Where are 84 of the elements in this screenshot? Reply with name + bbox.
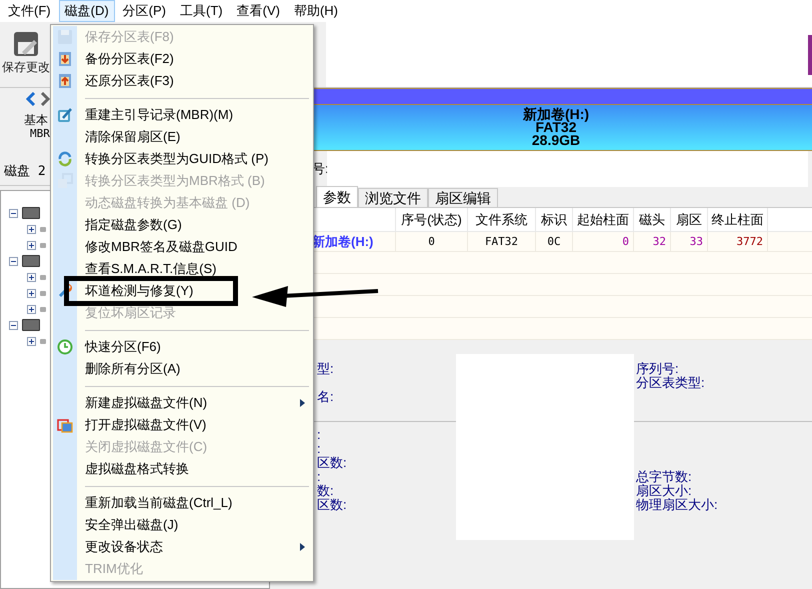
info-label: : xyxy=(316,442,322,456)
disk-label: 磁盘 2 xyxy=(4,163,46,181)
table-cell: 0C xyxy=(536,232,573,251)
partition-filesystem: FAT32 xyxy=(536,121,576,134)
info-label: 数: xyxy=(316,484,335,498)
partition-name: 新加卷(H:) xyxy=(522,108,590,121)
collapse-icon[interactable] xyxy=(9,320,18,330)
partition-icon xyxy=(40,274,46,280)
menu-item[interactable]: 查看S.M.A.R.T.信息(S) xyxy=(77,258,216,280)
tab[interactable]: 参数 xyxy=(316,186,358,207)
menu-bar-item[interactable]: 帮助(H) xyxy=(288,0,344,22)
expand-icon[interactable] xyxy=(27,272,36,282)
menu-item[interactable]: 转换分区表类型为GUID格式 (P) xyxy=(77,148,268,170)
info-label: 区数: xyxy=(316,456,348,470)
info-label: 扇区大小: xyxy=(635,484,693,498)
info-label: : xyxy=(316,428,322,442)
menu-item[interactable]: 重新加载当前磁盘(Ctrl_L) xyxy=(77,492,232,514)
info-label: 物理扇区大小: xyxy=(635,498,719,512)
clock-icon xyxy=(57,339,73,355)
save-icon xyxy=(12,30,40,58)
menu-item[interactable]: 虚拟磁盘格式转换 xyxy=(77,458,189,480)
menu-item[interactable]: 修改MBR签名及磁盘GUID xyxy=(77,236,238,258)
info-label: 区数: xyxy=(316,498,348,512)
disk-scheme-label: MBR xyxy=(29,128,50,140)
info-label: 总字节数: xyxy=(635,470,693,484)
expand-icon[interactable] xyxy=(27,240,36,250)
menu-item[interactable]: 备份分区表(F2) xyxy=(77,48,174,70)
pencil-icon xyxy=(57,107,73,123)
menu-bar-item[interactable]: 分区(P) xyxy=(116,0,172,22)
menu-item[interactable]: 重建主引导记录(MBR)(M) xyxy=(77,104,234,126)
upload-icon xyxy=(57,73,73,89)
partition-icon xyxy=(40,306,46,312)
info-label: 型: xyxy=(316,362,335,376)
menu-item[interactable]: 打开虚拟磁盘文件(V) xyxy=(77,414,206,436)
table-cell: FAT32 xyxy=(468,232,536,251)
expand-icon[interactable] xyxy=(27,336,36,346)
wrench-icon xyxy=(57,283,73,299)
info-label: 分区表类型: xyxy=(635,376,706,390)
menu-bar-item[interactable]: 文件(F) xyxy=(2,0,57,22)
column-header[interactable]: 终止柱面 xyxy=(708,208,768,231)
column-header[interactable]: 序号(状态) xyxy=(396,208,468,231)
collapse-icon[interactable] xyxy=(9,256,18,266)
collapse-icon[interactable] xyxy=(9,208,18,218)
menu-item[interactable]: 删除所有分区(A) xyxy=(77,358,180,380)
table-cell: 33 xyxy=(671,232,708,251)
partition-icon xyxy=(40,290,46,296)
expand-icon[interactable] xyxy=(27,288,36,298)
partition-icon xyxy=(40,242,46,248)
menu-item[interactable]: 安全弹出磁盘(J) xyxy=(77,514,178,536)
partition-size: 28.9GB xyxy=(532,134,580,147)
column-header[interactable]: 文件系统 xyxy=(468,208,536,231)
menu-item[interactable]: 更改设备状态 xyxy=(77,536,163,558)
menu-item[interactable]: 新建虚拟磁盘文件(N) xyxy=(77,392,208,414)
column-header[interactable]: 扇区 xyxy=(671,208,708,231)
info-label: 名: xyxy=(316,390,335,404)
tab[interactable]: 浏览文件 xyxy=(358,188,428,207)
save-button[interactable]: 保存更改 xyxy=(2,30,50,76)
table-cell: 32 xyxy=(634,232,671,251)
menu-item[interactable]: 清除保留扇区(E) xyxy=(77,126,180,148)
column-header[interactable]: 标识 xyxy=(536,208,573,231)
table-cell: 3772 xyxy=(708,232,768,251)
menu-item[interactable]: 坏道检测与修复(Y) xyxy=(77,280,194,302)
table-cell: 0 xyxy=(573,232,634,251)
column-header[interactable]: 起始柱面 xyxy=(573,208,634,231)
info-label: 序列号: xyxy=(635,362,680,376)
info-label: : xyxy=(316,470,322,484)
expand-icon[interactable] xyxy=(27,224,36,234)
table-cell: 0 xyxy=(396,232,468,251)
menu-bar-item[interactable]: 工具(T) xyxy=(174,0,229,22)
menu-item[interactable]: 指定磁盘参数(G) xyxy=(77,214,182,236)
partition-icon xyxy=(40,226,46,232)
menu-item[interactable]: 还原分区表(F3) xyxy=(77,70,174,92)
windows-icon xyxy=(57,417,73,433)
expand-icon[interactable] xyxy=(27,304,36,314)
menu-item[interactable]: 快速分区(F6) xyxy=(77,336,161,358)
partition-icon xyxy=(40,338,46,344)
disk-type-label: 基本 xyxy=(24,112,48,128)
column-header[interactable]: 磁头 xyxy=(634,208,671,231)
tab[interactable]: 扇区编辑 xyxy=(428,188,498,207)
menu-bar-item[interactable]: 磁盘(D) xyxy=(58,0,115,22)
download-icon xyxy=(57,51,73,67)
menu-bar-item[interactable]: 查看(V) xyxy=(230,0,286,22)
save-label: 保存更改 xyxy=(2,59,50,76)
cycle-icon xyxy=(57,151,73,167)
